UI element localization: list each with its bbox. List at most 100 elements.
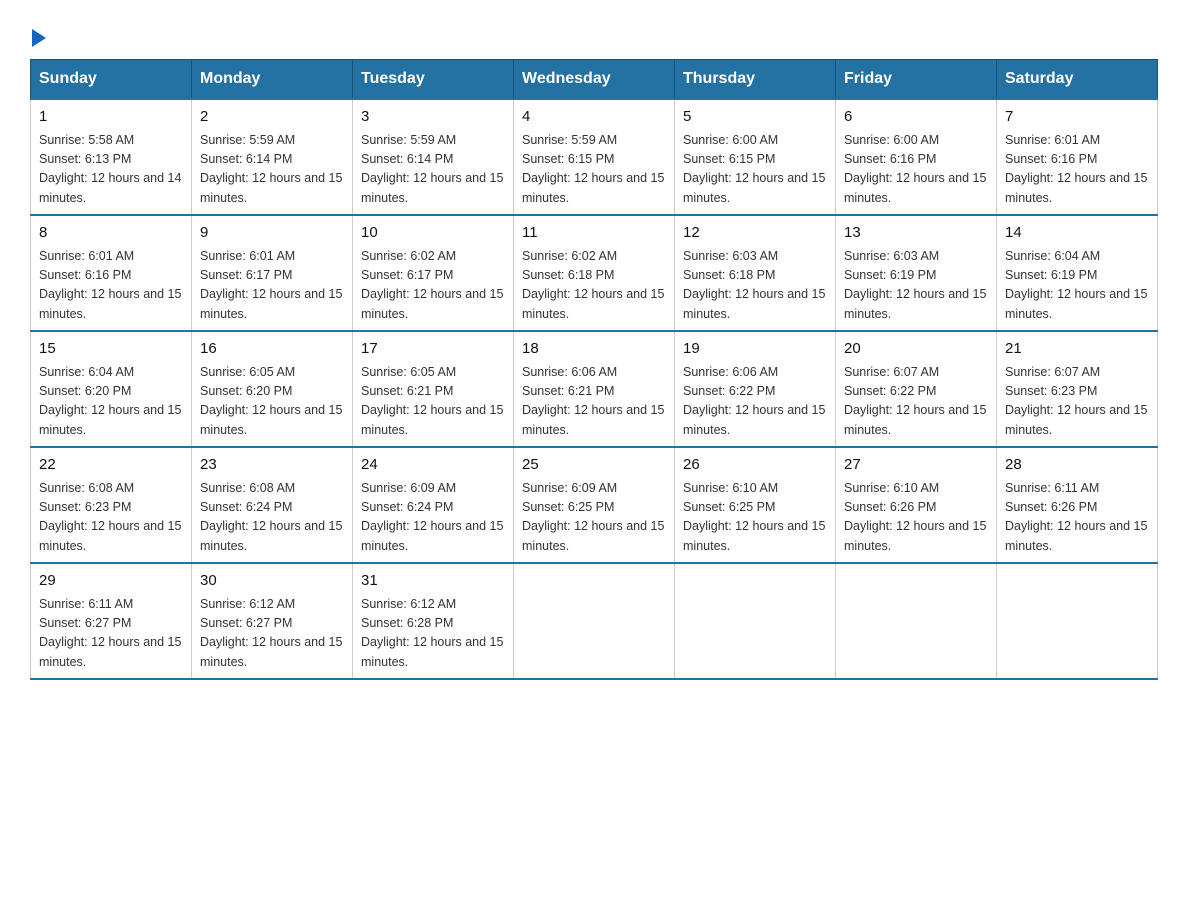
calendar-cell: 19Sunrise: 6:06 AMSunset: 6:22 PMDayligh… xyxy=(675,331,836,447)
day-info: Sunrise: 6:09 AMSunset: 6:24 PMDaylight:… xyxy=(361,479,505,557)
calendar-header-saturday: Saturday xyxy=(997,60,1158,100)
day-info: Sunrise: 6:09 AMSunset: 6:25 PMDaylight:… xyxy=(522,479,666,557)
day-number: 20 xyxy=(844,338,988,361)
calendar-header-monday: Monday xyxy=(192,60,353,100)
calendar-cell: 25Sunrise: 6:09 AMSunset: 6:25 PMDayligh… xyxy=(514,447,675,563)
day-number: 10 xyxy=(361,222,505,245)
calendar-cell: 14Sunrise: 6:04 AMSunset: 6:19 PMDayligh… xyxy=(997,215,1158,331)
day-number: 12 xyxy=(683,222,827,245)
day-info: Sunrise: 6:03 AMSunset: 6:19 PMDaylight:… xyxy=(844,247,988,325)
day-info: Sunrise: 6:06 AMSunset: 6:21 PMDaylight:… xyxy=(522,363,666,441)
day-number: 16 xyxy=(200,338,344,361)
calendar-cell: 23Sunrise: 6:08 AMSunset: 6:24 PMDayligh… xyxy=(192,447,353,563)
day-number: 28 xyxy=(1005,454,1149,477)
day-info: Sunrise: 6:11 AMSunset: 6:27 PMDaylight:… xyxy=(39,595,183,673)
day-info: Sunrise: 6:01 AMSunset: 6:16 PMDaylight:… xyxy=(39,247,183,325)
day-info: Sunrise: 5:59 AMSunset: 6:15 PMDaylight:… xyxy=(522,131,666,209)
day-info: Sunrise: 6:08 AMSunset: 6:23 PMDaylight:… xyxy=(39,479,183,557)
day-info: Sunrise: 6:10 AMSunset: 6:26 PMDaylight:… xyxy=(844,479,988,557)
day-number: 15 xyxy=(39,338,183,361)
calendar-cell: 22Sunrise: 6:08 AMSunset: 6:23 PMDayligh… xyxy=(31,447,192,563)
calendar-cell: 7Sunrise: 6:01 AMSunset: 6:16 PMDaylight… xyxy=(997,99,1158,215)
day-number: 8 xyxy=(39,222,183,245)
day-info: Sunrise: 6:11 AMSunset: 6:26 PMDaylight:… xyxy=(1005,479,1149,557)
calendar-cell: 9Sunrise: 6:01 AMSunset: 6:17 PMDaylight… xyxy=(192,215,353,331)
day-info: Sunrise: 6:02 AMSunset: 6:17 PMDaylight:… xyxy=(361,247,505,325)
calendar-cell: 18Sunrise: 6:06 AMSunset: 6:21 PMDayligh… xyxy=(514,331,675,447)
calendar-cell: 5Sunrise: 6:00 AMSunset: 6:15 PMDaylight… xyxy=(675,99,836,215)
day-info: Sunrise: 6:01 AMSunset: 6:17 PMDaylight:… xyxy=(200,247,344,325)
day-number: 9 xyxy=(200,222,344,245)
day-info: Sunrise: 6:07 AMSunset: 6:23 PMDaylight:… xyxy=(1005,363,1149,441)
day-number: 26 xyxy=(683,454,827,477)
calendar-cell xyxy=(836,563,997,679)
calendar-cell xyxy=(514,563,675,679)
calendar-week-2: 8Sunrise: 6:01 AMSunset: 6:16 PMDaylight… xyxy=(31,215,1158,331)
calendar-cell: 29Sunrise: 6:11 AMSunset: 6:27 PMDayligh… xyxy=(31,563,192,679)
calendar-cell: 3Sunrise: 5:59 AMSunset: 6:14 PMDaylight… xyxy=(353,99,514,215)
calendar-cell: 10Sunrise: 6:02 AMSunset: 6:17 PMDayligh… xyxy=(353,215,514,331)
day-number: 27 xyxy=(844,454,988,477)
day-number: 4 xyxy=(522,106,666,129)
calendar-cell: 16Sunrise: 6:05 AMSunset: 6:20 PMDayligh… xyxy=(192,331,353,447)
calendar-week-5: 29Sunrise: 6:11 AMSunset: 6:27 PMDayligh… xyxy=(31,563,1158,679)
day-number: 3 xyxy=(361,106,505,129)
calendar-cell: 27Sunrise: 6:10 AMSunset: 6:26 PMDayligh… xyxy=(836,447,997,563)
day-number: 2 xyxy=(200,106,344,129)
day-number: 13 xyxy=(844,222,988,245)
day-info: Sunrise: 6:05 AMSunset: 6:20 PMDaylight:… xyxy=(200,363,344,441)
calendar-cell: 21Sunrise: 6:07 AMSunset: 6:23 PMDayligh… xyxy=(997,331,1158,447)
day-number: 24 xyxy=(361,454,505,477)
calendar-header-friday: Friday xyxy=(836,60,997,100)
day-number: 7 xyxy=(1005,106,1149,129)
calendar-cell: 26Sunrise: 6:10 AMSunset: 6:25 PMDayligh… xyxy=(675,447,836,563)
day-number: 25 xyxy=(522,454,666,477)
day-number: 5 xyxy=(683,106,827,129)
calendar-cell: 24Sunrise: 6:09 AMSunset: 6:24 PMDayligh… xyxy=(353,447,514,563)
calendar-cell: 28Sunrise: 6:11 AMSunset: 6:26 PMDayligh… xyxy=(997,447,1158,563)
day-number: 14 xyxy=(1005,222,1149,245)
day-number: 18 xyxy=(522,338,666,361)
day-info: Sunrise: 6:02 AMSunset: 6:18 PMDaylight:… xyxy=(522,247,666,325)
day-info: Sunrise: 6:05 AMSunset: 6:21 PMDaylight:… xyxy=(361,363,505,441)
day-info: Sunrise: 5:59 AMSunset: 6:14 PMDaylight:… xyxy=(200,131,344,209)
day-info: Sunrise: 6:06 AMSunset: 6:22 PMDaylight:… xyxy=(683,363,827,441)
calendar-cell: 20Sunrise: 6:07 AMSunset: 6:22 PMDayligh… xyxy=(836,331,997,447)
calendar-cell: 12Sunrise: 6:03 AMSunset: 6:18 PMDayligh… xyxy=(675,215,836,331)
day-number: 30 xyxy=(200,570,344,593)
day-number: 1 xyxy=(39,106,183,129)
calendar-week-4: 22Sunrise: 6:08 AMSunset: 6:23 PMDayligh… xyxy=(31,447,1158,563)
day-info: Sunrise: 5:58 AMSunset: 6:13 PMDaylight:… xyxy=(39,131,183,209)
calendar-cell xyxy=(997,563,1158,679)
page-header xyxy=(30,20,1158,41)
calendar-cell: 13Sunrise: 6:03 AMSunset: 6:19 PMDayligh… xyxy=(836,215,997,331)
calendar-cell: 2Sunrise: 5:59 AMSunset: 6:14 PMDaylight… xyxy=(192,99,353,215)
day-info: Sunrise: 6:04 AMSunset: 6:19 PMDaylight:… xyxy=(1005,247,1149,325)
day-number: 21 xyxy=(1005,338,1149,361)
day-number: 6 xyxy=(844,106,988,129)
day-number: 19 xyxy=(683,338,827,361)
calendar-cell: 31Sunrise: 6:12 AMSunset: 6:28 PMDayligh… xyxy=(353,563,514,679)
logo xyxy=(30,20,46,41)
day-info: Sunrise: 6:01 AMSunset: 6:16 PMDaylight:… xyxy=(1005,131,1149,209)
day-number: 23 xyxy=(200,454,344,477)
calendar-header-wednesday: Wednesday xyxy=(514,60,675,100)
calendar-cell: 6Sunrise: 6:00 AMSunset: 6:16 PMDaylight… xyxy=(836,99,997,215)
calendar-week-1: 1Sunrise: 5:58 AMSunset: 6:13 PMDaylight… xyxy=(31,99,1158,215)
day-info: Sunrise: 6:03 AMSunset: 6:18 PMDaylight:… xyxy=(683,247,827,325)
day-info: Sunrise: 6:07 AMSunset: 6:22 PMDaylight:… xyxy=(844,363,988,441)
day-info: Sunrise: 5:59 AMSunset: 6:14 PMDaylight:… xyxy=(361,131,505,209)
calendar-header-thursday: Thursday xyxy=(675,60,836,100)
day-number: 11 xyxy=(522,222,666,245)
calendar-cell: 17Sunrise: 6:05 AMSunset: 6:21 PMDayligh… xyxy=(353,331,514,447)
calendar-header-sunday: Sunday xyxy=(31,60,192,100)
day-info: Sunrise: 6:08 AMSunset: 6:24 PMDaylight:… xyxy=(200,479,344,557)
day-info: Sunrise: 6:12 AMSunset: 6:28 PMDaylight:… xyxy=(361,595,505,673)
calendar-header-tuesday: Tuesday xyxy=(353,60,514,100)
day-info: Sunrise: 6:00 AMSunset: 6:15 PMDaylight:… xyxy=(683,131,827,209)
day-number: 22 xyxy=(39,454,183,477)
day-number: 17 xyxy=(361,338,505,361)
calendar-cell: 4Sunrise: 5:59 AMSunset: 6:15 PMDaylight… xyxy=(514,99,675,215)
day-info: Sunrise: 6:04 AMSunset: 6:20 PMDaylight:… xyxy=(39,363,183,441)
calendar-cell: 8Sunrise: 6:01 AMSunset: 6:16 PMDaylight… xyxy=(31,215,192,331)
